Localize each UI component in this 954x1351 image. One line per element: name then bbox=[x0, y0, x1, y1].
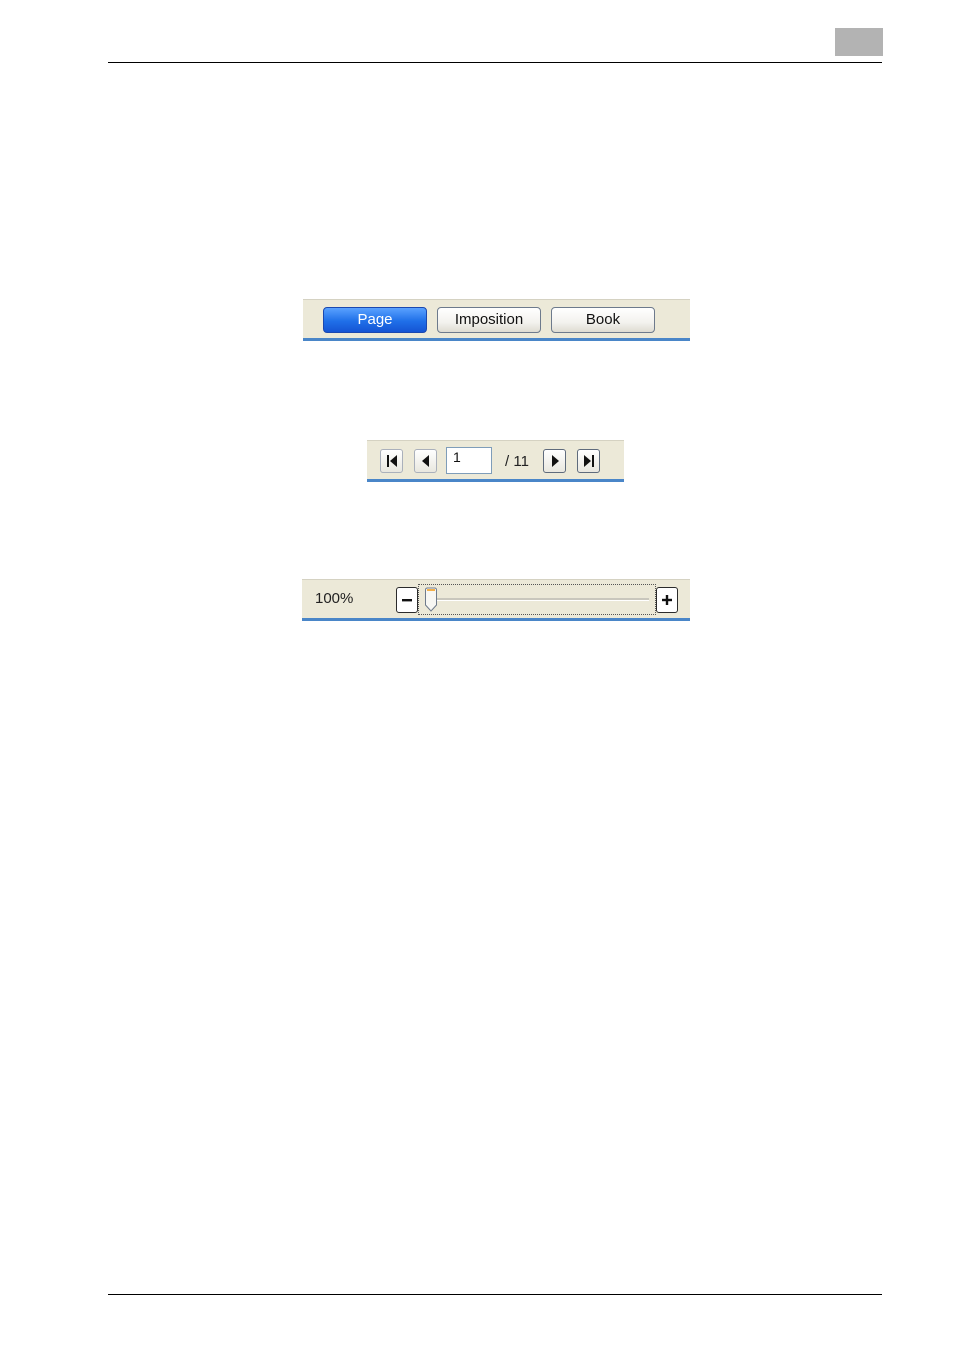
previous-page-icon bbox=[421, 455, 429, 467]
zoom-in-icon bbox=[662, 595, 672, 605]
last-page-icon bbox=[583, 455, 594, 467]
first-page-icon bbox=[386, 455, 397, 467]
zoom-in-button[interactable] bbox=[656, 587, 678, 613]
page-navigation-toolbar: / 11 bbox=[367, 440, 624, 482]
footer-rule bbox=[108, 1294, 882, 1295]
first-page-button[interactable] bbox=[380, 449, 403, 473]
slider-thumb-icon bbox=[425, 587, 437, 612]
page-number-input[interactable] bbox=[446, 447, 492, 474]
last-page-button[interactable] bbox=[577, 449, 600, 473]
previous-page-button[interactable] bbox=[414, 449, 437, 473]
chapter-tab bbox=[835, 28, 883, 56]
zoom-out-button[interactable] bbox=[396, 587, 418, 613]
zoom-slider-thumb[interactable] bbox=[424, 587, 438, 613]
zoom-level-label: 100% bbox=[315, 590, 354, 607]
zoom-slider-track bbox=[429, 598, 649, 601]
book-view-button[interactable]: Book bbox=[551, 307, 655, 333]
zoom-out-icon bbox=[402, 599, 412, 602]
next-page-icon bbox=[551, 455, 559, 467]
header-rule bbox=[108, 62, 882, 63]
zoom-slider[interactable] bbox=[418, 584, 656, 615]
page-total-label: / 11 bbox=[505, 453, 529, 470]
zoom-toolbar: 100% bbox=[302, 579, 690, 621]
view-mode-toolbar: Page Imposition Book bbox=[303, 299, 690, 341]
page-view-button[interactable]: Page bbox=[323, 307, 427, 333]
imposition-view-button[interactable]: Imposition bbox=[437, 307, 541, 333]
next-page-button[interactable] bbox=[543, 449, 566, 473]
